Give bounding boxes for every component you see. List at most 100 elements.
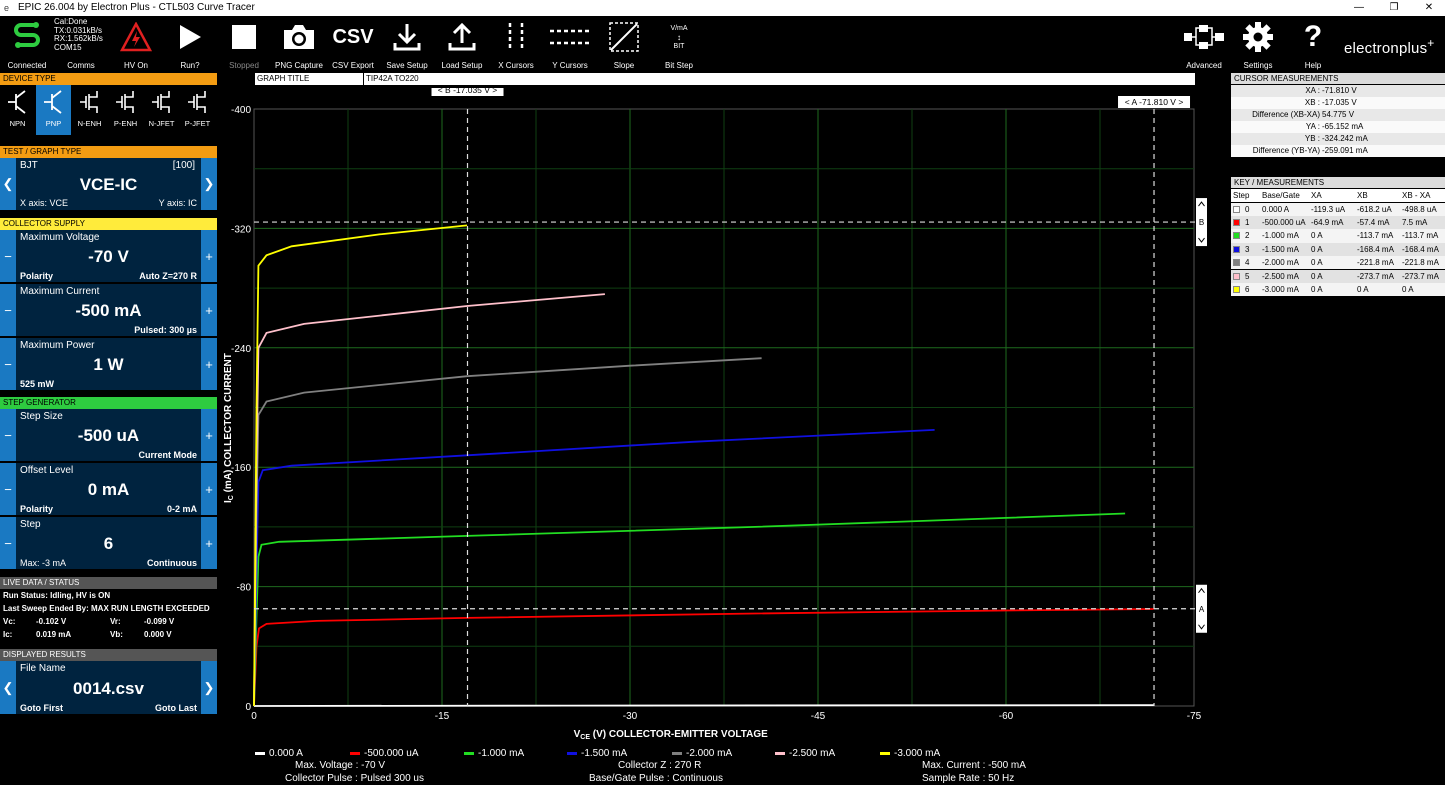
step-color-swatch <box>1233 218 1240 226</box>
png-capture-button[interactable]: PNG Capture <box>272 18 326 70</box>
series-line-step-0 <box>253 704 1154 707</box>
test-code: [100] <box>172 160 195 171</box>
step-color-swatch <box>1233 205 1240 213</box>
power-increase-button[interactable]: + <box>201 338 217 390</box>
step-increase-button[interactable]: + <box>201 517 217 569</box>
voltage-decrease-button[interactable]: − <box>0 230 16 282</box>
flowchart-icon <box>1178 18 1230 56</box>
x-tick-label: 0 <box>251 711 257 722</box>
hv-button[interactable]: HV On <box>114 18 158 70</box>
key-table-row: 1 -500.000 uA -64.9 mA -57.4 mA 7.5 mA <box>1231 215 1445 230</box>
cursor-measurement-row: YB : -324.242 mA <box>1231 133 1445 145</box>
step-decrease-button[interactable]: − <box>0 517 16 569</box>
play-icon <box>168 18 212 56</box>
legend-item: -2.500 mA <box>775 748 835 759</box>
offset-level-value: 0 mA <box>87 480 130 499</box>
close-button[interactable]: ✕ <box>1416 0 1442 16</box>
goto-first-link[interactable]: Goto First <box>20 703 63 713</box>
x-axis-label-rest: (V) COLLECTOR-EMITTER VOLTAGE <box>590 729 768 740</box>
legend-swatch <box>775 751 785 755</box>
pnp-transistor-icon <box>36 85 71 119</box>
key-table-cell: -3.000 mA <box>1262 284 1299 294</box>
key-table-column-header: XA <box>1311 191 1322 200</box>
key-table-cell: -273.7 mA <box>1402 271 1439 281</box>
bit-step-button[interactable]: V/mA ↕ BIT Bit Step <box>656 18 702 71</box>
device-npn[interactable]: NPN <box>0 85 35 135</box>
displayed-results-header: DISPLAYED RESULTS <box>0 649 217 661</box>
help-button[interactable]: ? Help <box>1292 18 1334 70</box>
x-cursor-label: < A -71.810 V > <box>1125 97 1184 107</box>
key-table-column-header: Base/Gate <box>1262 191 1300 200</box>
x-cursors-button[interactable]: X Cursors <box>494 18 538 70</box>
curve-plot[interactable]: 0 -15 -30 -45 -60 -75 0 -80 -160 -240 -320 -400 VCE … <box>218 88 1230 785</box>
key-table-cell: 0 A <box>1311 271 1323 281</box>
x-cursor-label: < B -17.035 V > <box>438 88 498 95</box>
cursor-measurements-header: CURSOR MEASUREMENTS <box>1231 73 1445 84</box>
graph-title-input[interactable]: TIP42A TO220 <box>363 73 1195 85</box>
test-prev-button[interactable]: ❮ <box>0 158 16 210</box>
gear-icon <box>1236 18 1280 56</box>
slope-button[interactable]: Slope <box>602 18 646 70</box>
max-power-panel: − + Maximum Power 1 W 525 mW <box>0 338 217 390</box>
load-setup-button[interactable]: Load Setup <box>438 18 486 70</box>
x-axis-info: X axis: VCE <box>20 198 69 208</box>
key-table-row: 2 -1.000 mA 0 A -113.7 mA -113.7 mA <box>1231 229 1445 243</box>
y-tick-label: -320 <box>231 224 251 235</box>
results-prev-button[interactable]: ❮ <box>0 661 16 714</box>
step-size-value: -500 uA <box>77 426 140 445</box>
vc-value: -0.102 V <box>36 617 67 626</box>
device-pnp[interactable]: PNP <box>36 85 71 135</box>
cursor-measurement-row: Difference (YB-YA) -259.091 mA <box>1231 145 1445 157</box>
key-table-cell: -2.000 mA <box>1262 258 1299 268</box>
y-cursors-button[interactable]: Y Cursors <box>546 18 594 70</box>
test-type: BJT <box>20 160 38 171</box>
x-tick-label: -75 <box>1187 711 1202 722</box>
comms-button[interactable]: Comms <box>60 18 102 70</box>
key-table-cell: 0.000 A <box>1262 204 1290 214</box>
key-table-cell: -1.000 mA <box>1262 231 1299 241</box>
key-table-cell: -500.000 uA <box>1262 217 1306 227</box>
test-next-button[interactable]: ❯ <box>201 158 217 210</box>
device-p-jfet[interactable]: P-JFET <box>180 85 215 135</box>
device-n-jfet[interactable]: N-JFET <box>144 85 179 135</box>
footer-collector-z: Collector Z : 270 R <box>618 760 702 771</box>
results-next-button[interactable]: ❯ <box>201 661 217 714</box>
minimize-button[interactable]: — <box>1346 0 1372 16</box>
goto-last-link[interactable]: Goto Last <box>155 703 197 713</box>
key-table-cell: 0 A <box>1311 258 1323 268</box>
connected-button[interactable]: Connected <box>4 18 50 70</box>
x-axis-label-sub: CE <box>580 734 590 741</box>
graph-title-label: GRAPH TITLE <box>255 73 363 85</box>
run-button[interactable]: Run? <box>168 18 212 70</box>
current-increase-button[interactable]: + <box>201 284 217 336</box>
maximize-button[interactable]: ❐ <box>1381 0 1407 16</box>
power-decrease-button[interactable]: − <box>0 338 16 390</box>
legend-item: -3.000 mA <box>880 748 940 759</box>
key-table-cell: 0 A <box>1357 284 1369 294</box>
graph-title-bar: GRAPH TITLE TIP42A TO220 <box>255 73 1195 86</box>
high-voltage-warning-icon <box>114 18 158 56</box>
device-type-header: DEVICE TYPE <box>0 73 217 85</box>
step-size-decrease-button[interactable]: − <box>0 409 16 461</box>
step-size-increase-button[interactable]: + <box>201 409 217 461</box>
y-axis-label: IC (mA) COLLECTOR CURRENT <box>223 353 235 503</box>
device-p-enh[interactable]: P-ENH <box>108 85 143 135</box>
key-table-cell: -168.4 mA <box>1402 244 1439 254</box>
y-cursor-label: A <box>1199 605 1205 614</box>
settings-button[interactable]: Settings <box>1236 18 1280 70</box>
save-setup-button[interactable]: Save Setup <box>383 18 431 70</box>
x-tick-label: -45 <box>811 711 826 722</box>
offset-decrease-button[interactable]: − <box>0 463 16 515</box>
voltage-increase-button[interactable]: + <box>201 230 217 282</box>
x-tick-label: -60 <box>999 711 1014 722</box>
key-table-cell: -2.500 mA <box>1262 271 1299 281</box>
advanced-button[interactable]: Advanced <box>1178 18 1230 70</box>
cursor-measurement-row: XB : -17.035 V <box>1231 97 1445 109</box>
csv-export-button[interactable]: CSV CSV Export <box>329 18 377 71</box>
y-tick-label: -80 <box>237 583 252 594</box>
offset-increase-button[interactable]: + <box>201 463 217 515</box>
stop-button[interactable]: Stopped <box>222 18 266 70</box>
y-tick-label: -400 <box>231 105 251 116</box>
device-n-enh[interactable]: N-ENH <box>72 85 107 135</box>
current-decrease-button[interactable]: − <box>0 284 16 336</box>
